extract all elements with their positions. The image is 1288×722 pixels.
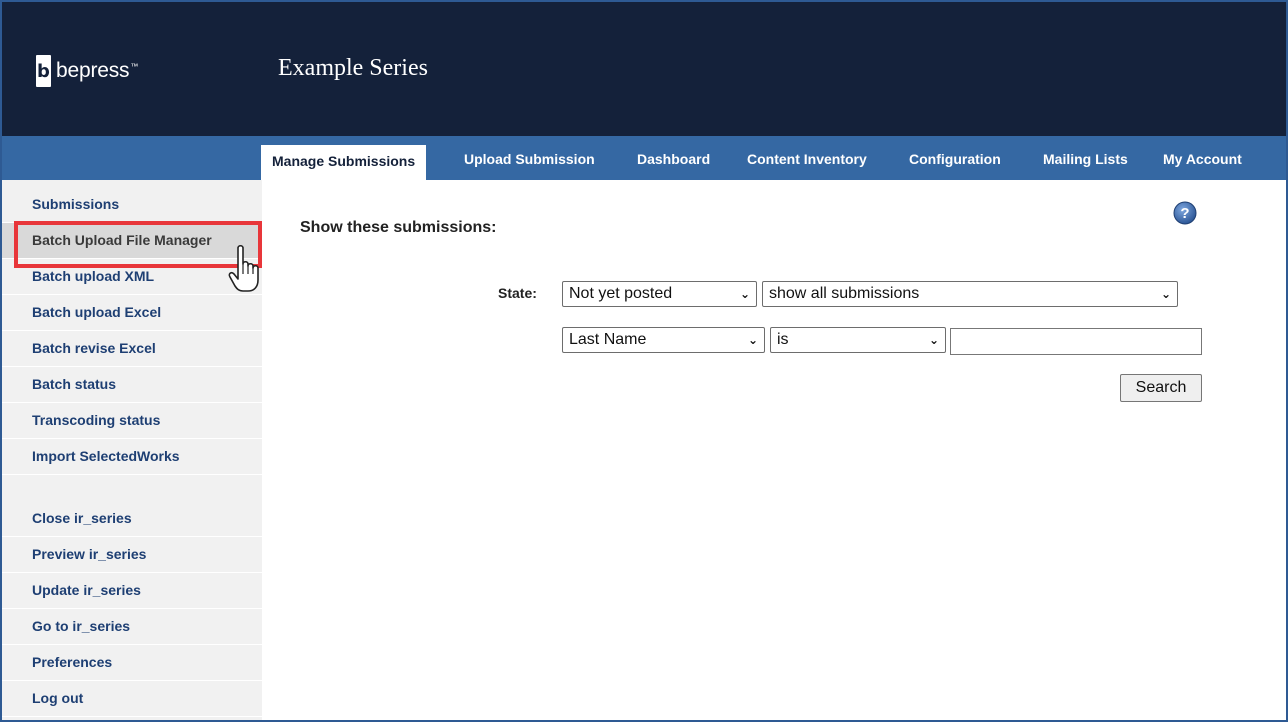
filter-select[interactable]: show all submissions ⌄ bbox=[762, 281, 1178, 307]
bepress-logo[interactable]: b bepress™ bbox=[36, 55, 138, 87]
sidebar-item-batch-upload-excel[interactable]: Batch upload Excel bbox=[2, 295, 262, 331]
chevron-down-icon: ⌄ bbox=[739, 287, 750, 301]
tab-manage-submissions[interactable]: Manage Submissions bbox=[261, 145, 427, 180]
sidebar-item-submissions[interactable]: Submissions bbox=[2, 187, 262, 223]
tab-mailing-lists[interactable]: Mailing Lists bbox=[1032, 148, 1139, 180]
tab-dashboard[interactable]: Dashboard bbox=[626, 148, 721, 180]
sidebar-item-go-to-ir-series[interactable]: Go to ir_series bbox=[2, 609, 262, 645]
sidebar-item-batch-revise-excel[interactable]: Batch revise Excel bbox=[2, 331, 262, 367]
tab-configuration[interactable]: Configuration bbox=[898, 148, 1012, 180]
chevron-down-icon: ⌄ bbox=[747, 333, 758, 347]
sidebar-item-import-selectedworks[interactable]: Import SelectedWorks bbox=[2, 439, 262, 475]
sidebar-item-preferences[interactable]: Preferences bbox=[2, 645, 262, 681]
search-value-input[interactable] bbox=[950, 328, 1202, 355]
sidebar-item-batch-status[interactable]: Batch status bbox=[2, 367, 262, 403]
site-header: b bepress™ Example Series bbox=[2, 2, 1286, 136]
sidebar-item-batch-upload-xml[interactable]: Batch upload XML bbox=[2, 259, 262, 295]
hand-pointer-cursor-icon bbox=[228, 244, 259, 292]
sidebar: Submissions Batch Upload File Manager Ba… bbox=[2, 180, 262, 720]
logo-text: bepress™ bbox=[56, 59, 139, 82]
tab-upload-submission[interactable]: Upload Submission bbox=[453, 148, 606, 180]
sidebar-item-update-ir-series[interactable]: Update ir_series bbox=[2, 573, 262, 609]
sidebar-item-log-out[interactable]: Log out bbox=[2, 681, 262, 717]
field-select[interactable]: Last Name ⌄ bbox=[562, 327, 765, 353]
site-title: Example Series bbox=[278, 55, 428, 81]
bepress-logo-icon: b bbox=[36, 55, 51, 87]
operator-select-value: is bbox=[777, 331, 789, 348]
page-heading: Show these submissions: bbox=[300, 219, 497, 236]
help-question-icon[interactable]: ? bbox=[1173, 201, 1197, 225]
tab-my-account[interactable]: My Account bbox=[1152, 148, 1253, 180]
field-select-value: Last Name bbox=[569, 331, 647, 348]
state-select-value: Not yet posted bbox=[569, 285, 673, 302]
state-select[interactable]: Not yet posted ⌄ bbox=[562, 281, 757, 307]
main-nav: Manage Submissions Upload Submission Das… bbox=[2, 136, 1286, 180]
sidebar-item-transcoding-status[interactable]: Transcoding status bbox=[2, 403, 262, 439]
svg-text:?: ? bbox=[1180, 205, 1189, 222]
filter-select-value: show all submissions bbox=[769, 285, 920, 302]
sidebar-item-preview-ir-series[interactable]: Preview ir_series bbox=[2, 537, 262, 573]
chevron-down-icon: ⌄ bbox=[1160, 287, 1171, 301]
sidebar-item-close-ir-series[interactable]: Close ir_series bbox=[2, 501, 262, 537]
state-label: State: bbox=[498, 285, 537, 301]
operator-select[interactable]: is ⌄ bbox=[770, 327, 946, 353]
chevron-down-icon: ⌄ bbox=[928, 333, 939, 347]
search-button[interactable]: Search bbox=[1120, 374, 1202, 402]
tab-content-inventory[interactable]: Content Inventory bbox=[736, 148, 878, 180]
sidebar-item-batch-upload-file-manager[interactable]: Batch Upload File Manager bbox=[2, 223, 262, 259]
